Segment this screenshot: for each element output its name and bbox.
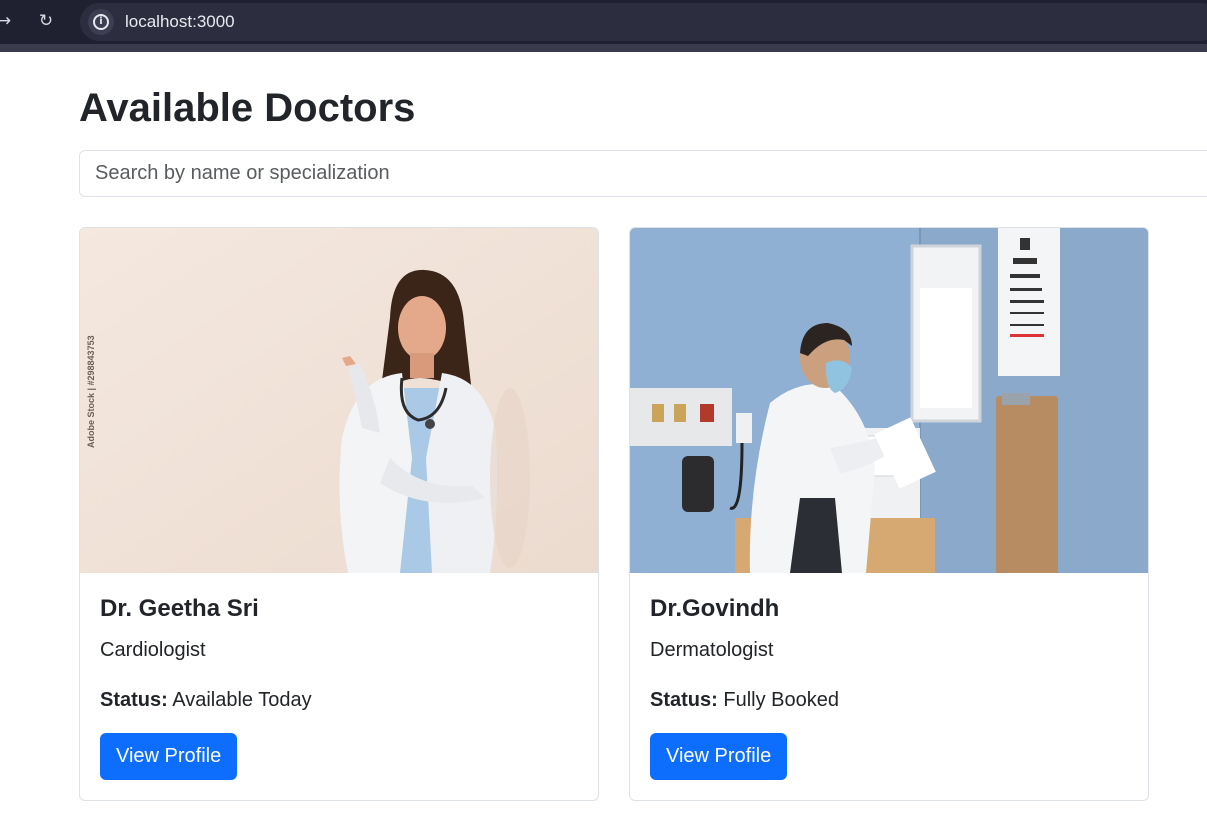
reload-icon[interactable]: ↻: [36, 10, 56, 32]
doctor-photo: Adobe Stock | #298843753: [80, 228, 598, 573]
image-watermark: Adobe Stock | #298843753: [86, 335, 96, 448]
doctor-name: Dr.Govindh: [650, 595, 780, 622]
doctor-specialization: Cardiologist: [100, 639, 206, 661]
doctor-card: Dr.Govindh Dermatologist Status: Fully B…: [629, 227, 1149, 801]
forward-icon[interactable]: →: [0, 10, 14, 32]
status-label: Status:: [650, 689, 718, 711]
status-value: Fully Booked: [723, 689, 839, 711]
doctor-status: Status: Fully Booked: [650, 687, 839, 713]
status-value: Available Today: [172, 689, 312, 711]
address-bar[interactable]: localhost:3000: [80, 3, 1207, 41]
browser-toolbar: → ↻ localhost:3000: [0, 0, 1207, 52]
view-profile-button[interactable]: View Profile: [650, 733, 788, 780]
doctor-card: Adobe Stock | #298843753 Dr. Geetha Sri …: [79, 227, 599, 801]
doctor-name: Dr. Geetha Sri: [100, 595, 259, 622]
url-text[interactable]: localhost:3000: [125, 12, 235, 32]
view-profile-button[interactable]: View Profile: [100, 733, 238, 780]
page-title: Available Doctors: [79, 86, 416, 130]
browser-toolbar-divider: [0, 44, 1207, 52]
status-label: Status:: [100, 689, 168, 711]
doctor-specialization: Dermatologist: [650, 639, 774, 661]
doctor-status: Status: Available Today: [100, 687, 312, 713]
doctor-photo: [630, 228, 1148, 573]
search-input[interactable]: [79, 150, 1207, 197]
site-info-icon[interactable]: [88, 9, 114, 35]
